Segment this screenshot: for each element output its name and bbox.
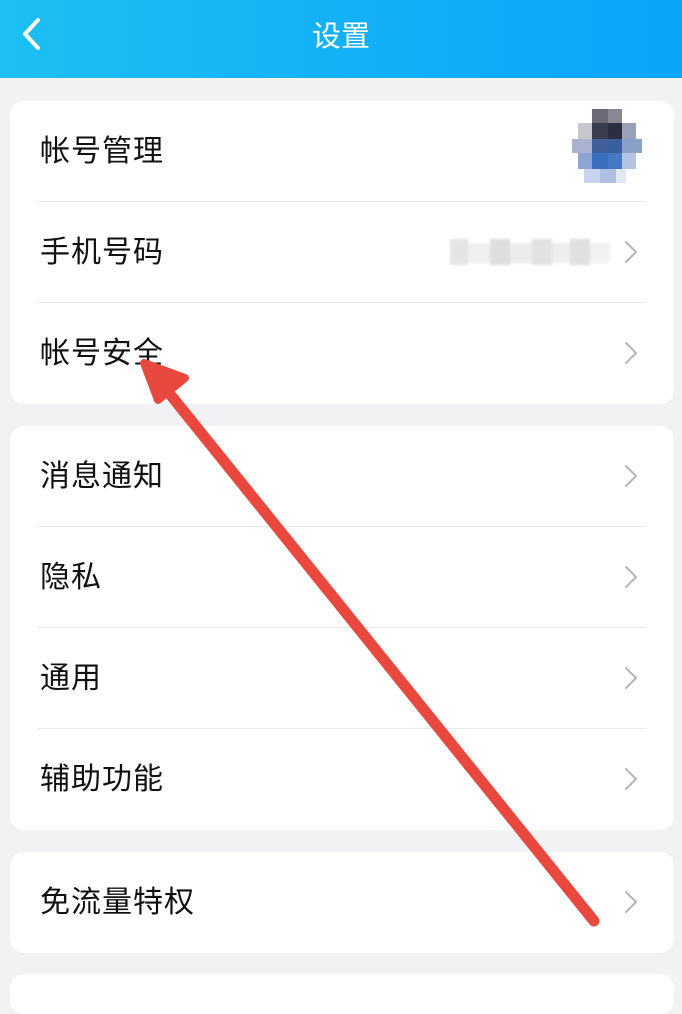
chevron-right-icon	[624, 565, 638, 589]
chevron-right-icon	[624, 464, 638, 488]
list-item-label: 手机号码	[40, 235, 164, 270]
preferences-group: 消息通知 隐私 通用 辅助功能	[10, 426, 674, 830]
list-item-data-free-privilege[interactable]: 免流量特权	[10, 852, 674, 953]
list-item-accessibility[interactable]: 辅助功能	[10, 729, 674, 830]
phone-number-value-blurred	[450, 239, 610, 265]
chevron-right-icon	[624, 890, 638, 914]
list-item-general[interactable]: 通用	[10, 628, 674, 729]
list-item-label: 帐号安全	[40, 336, 164, 371]
data-free-group: 免流量特权	[10, 852, 674, 953]
list-item-label: 帐号管理	[40, 134, 164, 169]
chevron-right-icon	[624, 240, 638, 264]
list-item-notifications[interactable]: 消息通知	[10, 426, 674, 527]
list-item-label: 隐私	[40, 560, 102, 595]
avatar[interactable]	[562, 105, 654, 205]
list-item-privacy[interactable]: 隐私	[10, 527, 674, 628]
list-item-phone-number[interactable]: 手机号码	[10, 202, 674, 303]
next-group-partial	[10, 974, 674, 1014]
account-group: 帐号管理 手机号码 帐号安全	[10, 101, 674, 404]
list-item-account-security[interactable]: 帐号安全	[10, 303, 674, 404]
list-item-label: 辅助功能	[40, 762, 164, 797]
list-item-account-management[interactable]: 帐号管理	[10, 101, 674, 202]
chevron-right-icon	[624, 341, 638, 365]
list-item-label: 通用	[40, 661, 102, 696]
top-navigation-bar: 设置	[0, 0, 682, 78]
chevron-right-icon	[624, 666, 638, 690]
list-item-label: 免流量特权	[40, 885, 195, 920]
chevron-right-icon	[624, 767, 638, 791]
page-title: 设置	[311, 19, 370, 53]
list-item-label: 消息通知	[40, 459, 164, 494]
